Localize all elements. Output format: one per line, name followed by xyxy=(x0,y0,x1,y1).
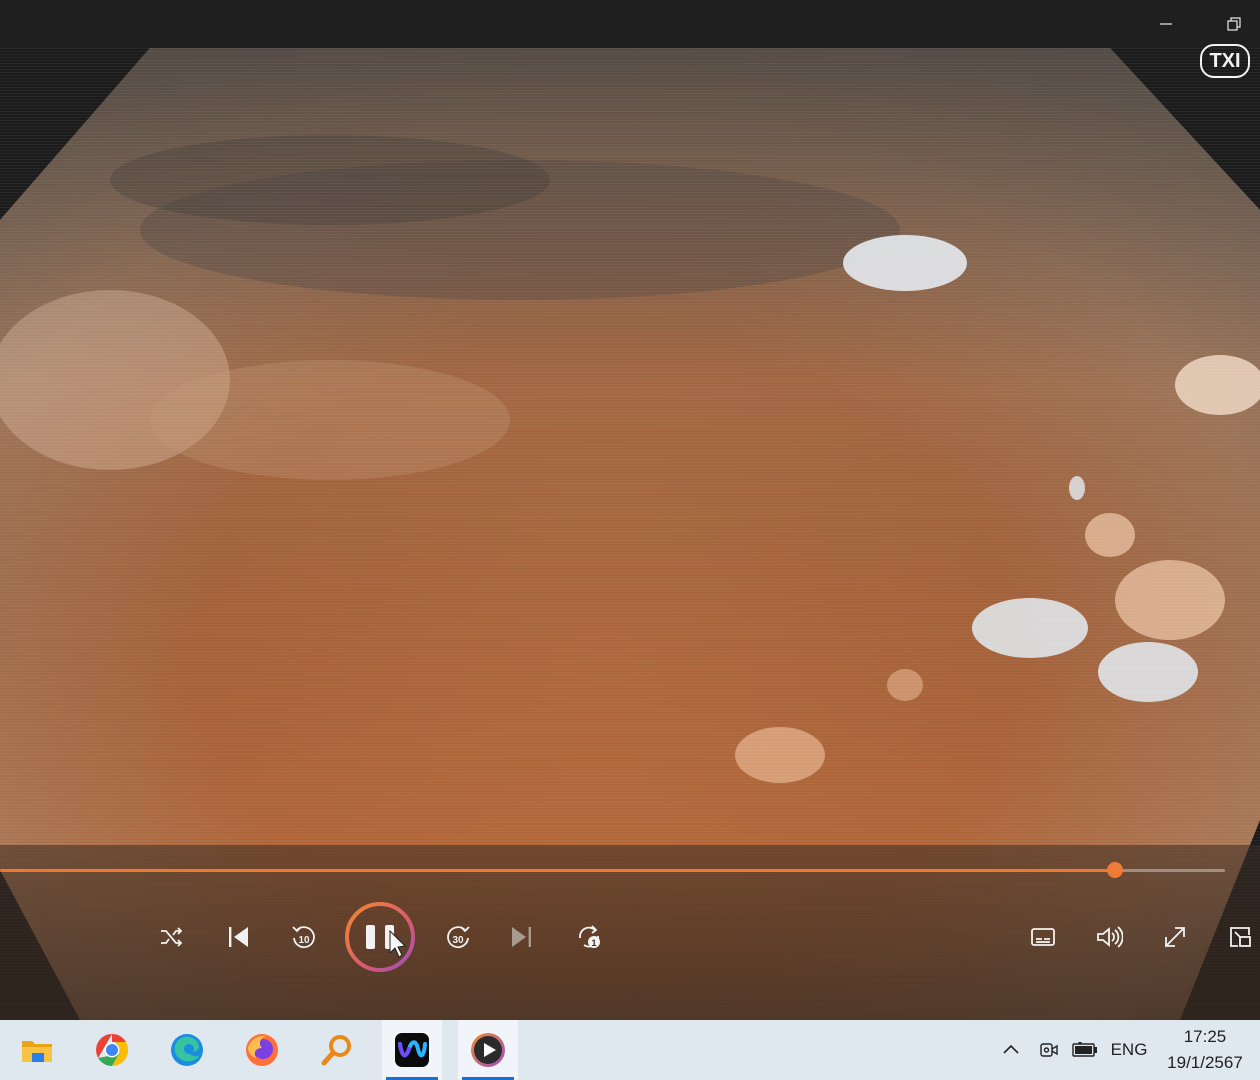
taskbar-media-player[interactable] xyxy=(458,1020,518,1080)
meet-now-button[interactable] xyxy=(1034,1020,1064,1080)
clock-time: 17:25 xyxy=(1183,1027,1227,1046)
webex-icon xyxy=(395,1033,429,1067)
title-bar xyxy=(0,0,1260,48)
clock[interactable]: 17:25 19/1/2567 xyxy=(1162,1024,1248,1076)
subtitles-button[interactable] xyxy=(1021,915,1065,959)
svg-text:10: 10 xyxy=(298,935,310,946)
taskbar-chrome[interactable] xyxy=(82,1020,142,1080)
svg-text:30: 30 xyxy=(452,935,464,946)
seek-bar[interactable] xyxy=(0,862,1225,878)
shuffle-icon xyxy=(161,927,183,947)
volume-button[interactable] xyxy=(1087,915,1131,959)
rewind-10-button[interactable]: 10 xyxy=(282,915,326,959)
clock-date: 19/1/2567 xyxy=(1167,1053,1243,1072)
volume-icon xyxy=(1097,926,1123,948)
seek-progress xyxy=(0,869,1115,872)
taskbar-edge[interactable] xyxy=(157,1020,217,1080)
show-hidden-icons-button[interactable] xyxy=(996,1020,1026,1080)
seek-thumb[interactable] xyxy=(1106,862,1123,878)
repeat-one-button[interactable]: 1 xyxy=(567,915,611,959)
svg-text:1: 1 xyxy=(591,938,596,948)
skip-next-icon xyxy=(512,927,531,947)
forward-30-button[interactable]: 30 xyxy=(436,915,480,959)
battery-icon xyxy=(1072,1042,1097,1057)
fullscreen-icon xyxy=(1165,927,1185,947)
pause-icon xyxy=(345,902,415,972)
subtitles-icon xyxy=(1031,928,1055,946)
rewind-10-icon: 10 xyxy=(292,926,315,949)
magnifier-icon xyxy=(321,1035,351,1066)
fullscreen-button[interactable] xyxy=(1153,915,1197,959)
mini-player-button[interactable] xyxy=(1218,915,1260,959)
skip-previous-icon xyxy=(229,927,248,947)
taskbar-search[interactable] xyxy=(307,1020,367,1080)
restore-button[interactable] xyxy=(1216,8,1252,40)
chevron-up-icon xyxy=(1003,1044,1019,1054)
video-mode-label: TXI xyxy=(1200,44,1250,78)
chrome-icon xyxy=(96,1033,129,1067)
forward-30-icon: 30 xyxy=(447,926,470,949)
firefox-icon xyxy=(246,1034,278,1066)
mini-player-icon xyxy=(1230,927,1251,947)
taskbar-firefox[interactable] xyxy=(232,1020,292,1080)
previous-button[interactable] xyxy=(216,915,260,959)
folder-icon xyxy=(22,1041,52,1062)
playback-controls: 10 30 1 xyxy=(0,845,1260,1020)
play-pause-button[interactable] xyxy=(344,901,416,973)
minimize-button[interactable] xyxy=(1148,8,1184,40)
battery-button[interactable] xyxy=(1068,1020,1102,1080)
repeat-one-icon: 1 xyxy=(579,925,600,948)
media-player-icon xyxy=(471,1033,505,1067)
restore-icon xyxy=(1227,17,1241,31)
next-button[interactable] xyxy=(500,915,544,959)
edge-icon xyxy=(171,1034,203,1066)
language-indicator[interactable]: ENG xyxy=(1106,1020,1152,1080)
media-player-window: TXI 10 30 1 xyxy=(0,0,1260,1020)
camera-icon xyxy=(1040,1043,1058,1057)
taskbar: ENG 17:25 19/1/2567 xyxy=(0,1020,1260,1080)
taskbar-webex[interactable] xyxy=(382,1020,442,1080)
minimize-icon xyxy=(1160,23,1172,25)
taskbar-file-explorer[interactable] xyxy=(7,1020,67,1080)
shuffle-button[interactable] xyxy=(150,915,194,959)
